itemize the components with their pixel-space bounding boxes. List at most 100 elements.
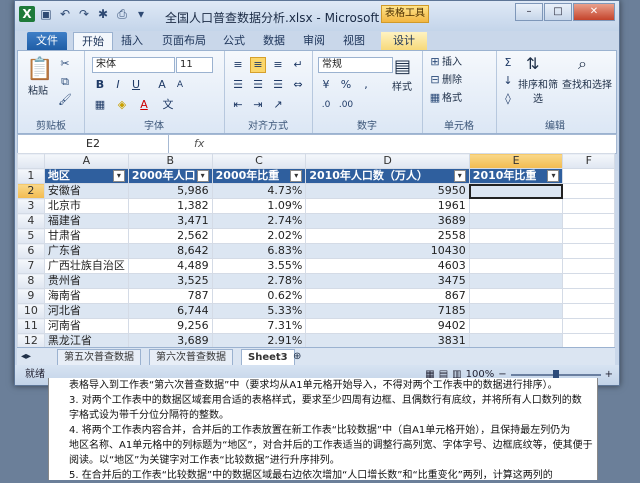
row-header[interactable]: 8 [17,273,45,289]
table-cell[interactable] [562,183,615,199]
insert-cells-button[interactable]: ⊞ 插入 [428,55,462,70]
tab-home[interactable]: 开始 [73,32,113,51]
table-cell[interactable] [562,333,615,347]
insert-sheet-icon[interactable]: ⊕ [293,350,301,364]
row-header[interactable]: 3 [17,198,45,214]
clear-icon[interactable]: ◊ [500,91,516,107]
save-icon[interactable]: ▣ [38,6,54,22]
comma-icon[interactable]: , [358,77,374,93]
table-cell[interactable] [468,318,564,334]
maximize-icon[interactable]: □ [544,3,572,21]
shrink-font-icon[interactable]: A [172,77,188,93]
table-cell[interactable] [562,258,615,274]
table-cell[interactable]: 6.83% [211,243,307,259]
table-cell[interactable]: 10430 [305,243,470,259]
table-header-cell[interactable]: 2000年比重 ▾ [211,168,307,184]
table-cell[interactable] [562,213,615,229]
table-cell[interactable]: 3475 [305,273,470,289]
table-cell[interactable] [468,243,564,259]
find-icon[interactable]: ⌕ [578,55,587,73]
row-header[interactable]: 1 [17,168,45,184]
tab-page-layout[interactable]: 页面布局 [155,32,213,50]
underline-icon[interactable]: U [128,77,144,93]
table-cell[interactable]: 4,489 [127,258,213,274]
align-top-icon[interactable]: ≡ [230,57,246,73]
wrap-text-icon[interactable]: ↵ [290,57,306,73]
row-header[interactable]: 2 [17,183,45,199]
row-header[interactable]: 11 [17,318,45,334]
styles-icon[interactable]: ▤ [394,57,411,77]
tab-view[interactable]: 视图 [337,32,371,50]
table-cell[interactable] [562,168,615,184]
fill-icon[interactable]: ↓ [500,73,516,89]
decrease-indent-icon[interactable]: ⇤ [230,97,246,113]
table-cell[interactable]: 4.73% [211,183,307,199]
increase-indent-icon[interactable]: ⇥ [250,97,266,113]
table-cell[interactable]: 2,562 [127,228,213,244]
sheet-tab-sixth-census[interactable]: 第六次普查数据 [149,349,233,366]
table-cell[interactable]: 7.31% [211,318,307,334]
paste-button[interactable]: 粘贴 [28,85,48,99]
autosum-icon[interactable]: Σ [500,55,516,71]
column-header-b[interactable]: B [127,153,213,169]
table-cell[interactable]: 3831 [305,333,470,347]
undo-icon[interactable]: ↶ [57,6,73,22]
font-size-select[interactable]: 11 [176,57,213,73]
name-box[interactable]: E2 [18,135,169,153]
table-cell[interactable]: 2.91% [211,333,307,347]
select-all-corner[interactable] [17,153,45,169]
grow-font-icon[interactable]: A [154,77,170,93]
formula-input[interactable] [214,135,610,153]
table-cell[interactable]: 9402 [305,318,470,334]
minimize-icon[interactable]: – [515,3,543,21]
table-cell[interactable] [468,228,564,244]
filter-dropdown-icon[interactable]: ▾ [290,170,303,182]
sheet-nav-icon[interactable]: ◂▸ [21,350,31,364]
sort-filter-button[interactable]: 排序和筛选 [516,79,560,107]
table-header-cell[interactable]: 2000年人口 ▾ [127,168,213,184]
delete-cells-button[interactable]: ⊟ 删除 [428,73,462,88]
table-cell[interactable]: 1961 [305,198,470,214]
align-center-icon[interactable]: ☰ [250,77,266,93]
table-cell[interactable]: 广西壮族自治区 [43,258,129,274]
redo-icon[interactable]: ↷ [76,6,92,22]
tab-insert[interactable]: 插入 [115,32,149,50]
table-cell[interactable] [468,198,564,214]
table-cell[interactable] [562,288,615,304]
row-header[interactable]: 6 [17,243,45,259]
table-cell[interactable]: 6,744 [127,303,213,319]
tab-review[interactable]: 审阅 [297,32,331,50]
paste-icon[interactable]: 📋 [26,57,53,83]
row-header[interactable]: 9 [17,288,45,304]
copy-icon[interactable]: ⧉ [58,75,72,90]
table-cell[interactable] [468,258,564,274]
styles-button[interactable]: 样式 [392,81,412,95]
row-header[interactable]: 12 [17,333,45,347]
tab-file[interactable]: 文件 [27,32,67,50]
increase-decimal-icon[interactable]: .0 [318,97,334,113]
table-cell[interactable]: 福建省 [43,213,129,229]
table-cell[interactable]: 5.33% [211,303,307,319]
excel-logo-icon[interactable]: X [19,6,35,22]
table-cell[interactable]: 1,382 [127,198,213,214]
orientation-icon[interactable]: ↗ [270,97,286,113]
close-icon[interactable]: ✕ [573,3,615,21]
number-format-select[interactable]: 常规 [318,57,393,73]
row-header[interactable]: 4 [17,213,45,229]
table-cell[interactable] [468,333,564,347]
customize-icon[interactable]: ▾ [133,6,149,22]
tab-design[interactable]: 设计 [381,32,427,50]
table-cell[interactable] [468,288,564,304]
currency-icon[interactable]: ¥ [318,77,334,93]
table-cell[interactable]: 河南省 [43,318,129,334]
table-cell[interactable]: 2.78% [211,273,307,289]
table-cell[interactable] [562,198,615,214]
align-middle-icon[interactable]: ≡ [250,57,266,73]
print-icon[interactable]: ⎙ [114,6,130,22]
table-cell[interactable]: 3.55% [211,258,307,274]
filter-dropdown-icon[interactable]: ▾ [547,170,560,182]
font-color-icon[interactable]: A [136,97,152,113]
merge-icon[interactable]: ⇔ [290,77,306,93]
column-header-c[interactable]: C [211,153,307,169]
align-left-icon[interactable]: ☰ [230,77,246,93]
